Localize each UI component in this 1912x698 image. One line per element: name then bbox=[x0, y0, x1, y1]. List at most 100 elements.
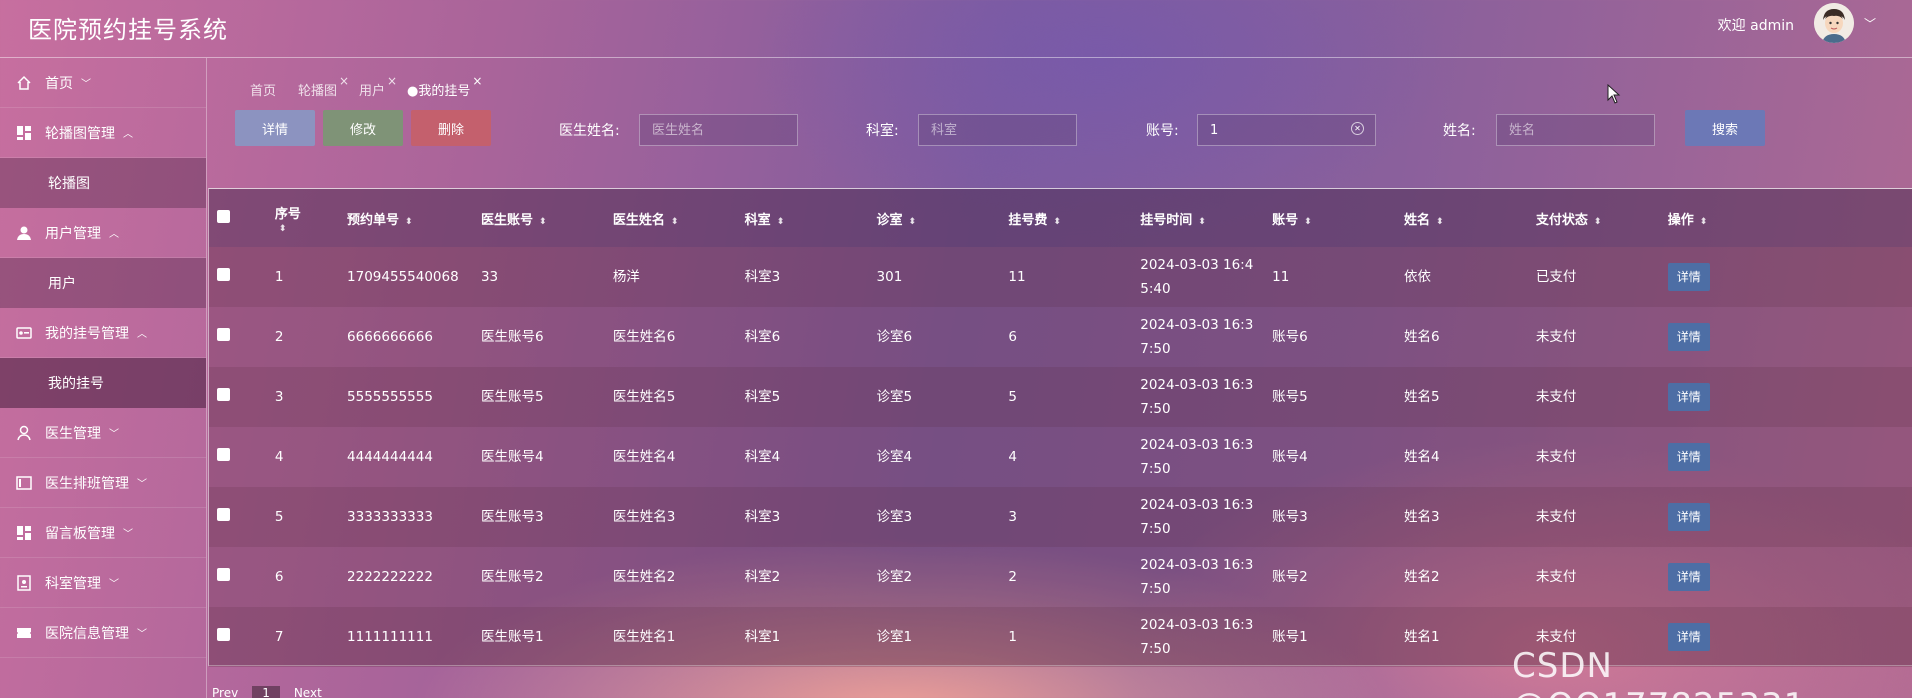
row-checkbox[interactable] bbox=[217, 388, 230, 401]
row-checkbox[interactable] bbox=[217, 568, 230, 581]
sort-icon[interactable]: ⬍ bbox=[909, 217, 917, 227]
row-checkbox[interactable] bbox=[217, 508, 230, 521]
search-button[interactable]: 搜索 bbox=[1685, 110, 1765, 146]
table-cell: 3 bbox=[274, 389, 284, 405]
sidebar-item-label: 用户管理 bbox=[45, 225, 101, 242]
tab-3[interactable]: ●我的挂号 × bbox=[407, 74, 482, 99]
sidebar-item-label: 留言板管理 bbox=[45, 525, 115, 542]
sort-icon[interactable]: ⬍ bbox=[777, 217, 785, 227]
table-row[interactable]: 3 5555555555 医生账号5 医生姓名5 科室5 诊室5 5 2024-03-03 1… bbox=[209, 367, 1912, 427]
sidebar-item-6[interactable]: 留言板管理 ﹀ bbox=[0, 508, 206, 558]
clear-icon[interactable]: ✕ bbox=[1351, 122, 1364, 135]
table-row[interactable]: 5 3333333333 医生账号3 医生姓名3 科室3 诊室3 3 2024-03-03 1… bbox=[209, 487, 1912, 547]
chevron-down-icon: ﹀ bbox=[81, 79, 91, 90]
column-header-6[interactable]: 挂号费 ⬍ bbox=[1008, 189, 1140, 247]
sort-icon[interactable]: ⬍ bbox=[1436, 217, 1444, 227]
table-row[interactable]: 4 4444444444 医生账号4 医生姓名4 科室4 诊室4 4 2024-03-03 1… bbox=[209, 427, 1912, 487]
table-cell: 医生账号5 bbox=[480, 389, 544, 405]
row-checkbox[interactable] bbox=[217, 448, 230, 461]
edit-button[interactable]: 修改 bbox=[323, 110, 403, 146]
chevron-up-icon: ︿ bbox=[137, 329, 147, 340]
row-checkbox[interactable] bbox=[217, 628, 230, 641]
sidebar-item-0[interactable]: 首页 ﹀ bbox=[0, 58, 206, 108]
sort-icon[interactable]: ⬍ bbox=[405, 217, 413, 227]
column-header-7[interactable]: 挂号时间 ⬍ bbox=[1140, 189, 1272, 247]
table-cell: 已支付 bbox=[1535, 269, 1577, 285]
column-header-9[interactable]: 姓名 ⬍ bbox=[1404, 189, 1536, 247]
table-cell: 4 bbox=[1008, 449, 1017, 465]
next-page-button[interactable]: Next bbox=[294, 686, 322, 698]
column-header-0[interactable]: 序号 ⬍ bbox=[275, 189, 347, 247]
row-checkbox[interactable] bbox=[217, 268, 230, 281]
sidebar-item-3[interactable]: 我的挂号管理 ︿ bbox=[0, 308, 206, 358]
table-cell: 诊室5 bbox=[876, 389, 913, 405]
delete-button[interactable]: 删除 bbox=[411, 110, 491, 146]
row-checkbox[interactable] bbox=[217, 328, 230, 341]
sidebar-item-1[interactable]: 轮播图管理 ︿ bbox=[0, 108, 206, 158]
tab-0[interactable]: 首页 bbox=[250, 80, 276, 99]
column-header-3[interactable]: 医生姓名 ⬍ bbox=[613, 189, 745, 247]
column-header-1[interactable]: 预约单号 ⬍ bbox=[347, 189, 481, 247]
table-cell: 4 bbox=[274, 449, 284, 465]
sidebar-item-8[interactable]: 医院信息管理 ﹀ bbox=[0, 608, 206, 658]
table-row[interactable]: 1 1709455540068 33 杨洋 科室3 301 11 2024-03-03 16:… bbox=[209, 247, 1912, 307]
sidebar-subitem-1[interactable]: 轮播图 bbox=[0, 158, 206, 208]
sort-icon[interactable]: ⬍ bbox=[1304, 217, 1312, 227]
sidebar-subitem-3[interactable]: 我的挂号 bbox=[0, 358, 206, 408]
sidebar-item-4[interactable]: 医生管理 ﹀ bbox=[0, 408, 206, 458]
doctor-name-input[interactable] bbox=[639, 114, 798, 146]
close-icon[interactable]: × bbox=[472, 74, 482, 88]
name-input[interactable] bbox=[1496, 114, 1655, 146]
sidebar-item-label: 医生管理 bbox=[45, 425, 101, 442]
sidebar-item-5[interactable]: 医生排班管理 ﹀ bbox=[0, 458, 206, 508]
sidebar-item-7[interactable]: 科室管理 ﹀ bbox=[0, 558, 206, 608]
sort-icon[interactable]: ⬍ bbox=[1198, 217, 1206, 227]
table-cell: 依依 bbox=[1403, 269, 1431, 285]
column-header-5[interactable]: 诊室 ⬍ bbox=[877, 189, 1009, 247]
column-header-2[interactable]: 医生账号 ⬍ bbox=[481, 189, 613, 247]
sort-icon[interactable]: ⬍ bbox=[1053, 217, 1061, 227]
table-cell: 11 bbox=[1008, 269, 1026, 285]
table-row[interactable]: 2 6666666666 医生账号6 医生姓名6 科室6 诊室6 6 2024-03-03 1… bbox=[209, 307, 1912, 367]
tab-2[interactable]: 用户 × bbox=[359, 74, 397, 99]
column-header-label: 挂号时间 bbox=[1140, 212, 1193, 228]
row-detail-button[interactable]: 详情 bbox=[1667, 503, 1710, 531]
department-input[interactable] bbox=[918, 114, 1077, 146]
row-detail-button[interactable]: 详情 bbox=[1667, 263, 1710, 291]
user-icon bbox=[15, 224, 33, 242]
row-detail-button[interactable]: 详情 bbox=[1667, 383, 1710, 411]
prev-page-button[interactable]: Prev bbox=[212, 686, 238, 698]
table-cell: 科室1 bbox=[744, 629, 781, 645]
sort-icon[interactable]: ⬍ bbox=[279, 224, 347, 234]
table-cell: 5 bbox=[1008, 389, 1017, 405]
table-cell: 医生账号3 bbox=[480, 509, 544, 525]
page-number[interactable]: 1 bbox=[252, 686, 280, 698]
table-cell: 诊室3 bbox=[876, 509, 913, 525]
sort-icon[interactable]: ⬍ bbox=[671, 217, 679, 227]
sort-icon[interactable]: ⬍ bbox=[1700, 217, 1708, 227]
row-detail-button[interactable]: 详情 bbox=[1667, 323, 1710, 351]
avatar[interactable] bbox=[1814, 3, 1854, 43]
table-cell: 诊室4 bbox=[876, 449, 913, 465]
column-header-11[interactable]: 操作 ⬍ bbox=[1668, 189, 1912, 247]
table-row[interactable]: 6 2222222222 医生账号2 医生姓名2 科室2 诊室2 2 2024-03-03 1… bbox=[209, 547, 1912, 607]
account-input[interactable] bbox=[1197, 114, 1376, 146]
select-all-checkbox[interactable] bbox=[217, 209, 230, 223]
department-label: 科室: bbox=[866, 123, 899, 139]
chevron-down-icon[interactable]: ﹀ bbox=[1864, 15, 1876, 32]
column-header-8[interactable]: 账号 ⬍ bbox=[1272, 189, 1404, 247]
row-detail-button[interactable]: 详情 bbox=[1667, 563, 1710, 591]
welcome-text: 欢迎 admin bbox=[1717, 18, 1794, 34]
sidebar-item-2[interactable]: 用户管理 ︿ bbox=[0, 208, 206, 258]
sort-icon[interactable]: ⬍ bbox=[1594, 217, 1602, 227]
close-icon[interactable]: × bbox=[387, 74, 397, 88]
tab-1[interactable]: 轮播图 × bbox=[298, 74, 349, 99]
column-header-4[interactable]: 科室 ⬍ bbox=[745, 189, 877, 247]
close-icon[interactable]: × bbox=[339, 74, 349, 88]
detail-button[interactable]: 详情 bbox=[235, 110, 315, 146]
sort-icon[interactable]: ⬍ bbox=[539, 217, 547, 227]
column-header-10[interactable]: 支付状态 ⬍ bbox=[1536, 189, 1668, 247]
sidebar-subitem-2[interactable]: 用户 bbox=[0, 258, 206, 308]
row-detail-button[interactable]: 详情 bbox=[1667, 443, 1710, 471]
table-cell: 医生姓名1 bbox=[612, 629, 676, 645]
